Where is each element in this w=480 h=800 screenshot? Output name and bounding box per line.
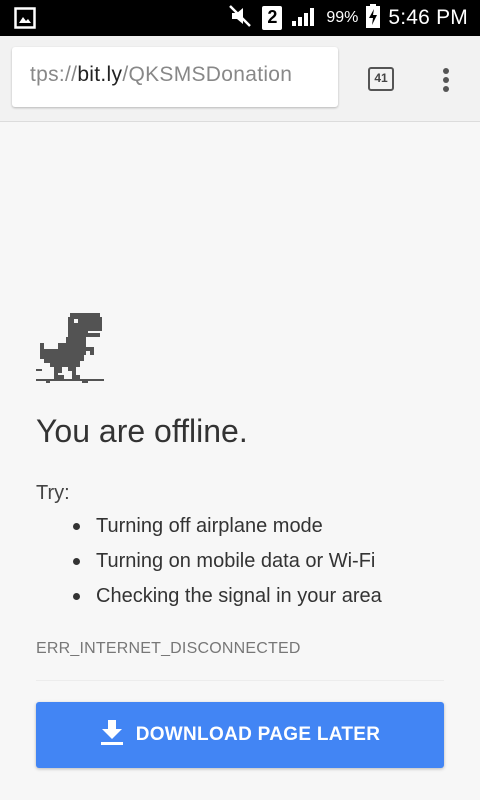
download-page-later-button[interactable]: DOWNLOAD PAGE LATER xyxy=(36,702,444,768)
url-path: /QKSMSDonation xyxy=(122,63,293,86)
suggestion-text: Turning off airplane mode xyxy=(96,515,323,537)
status-bar: 2 99% 5:46 PM xyxy=(0,0,480,36)
image-icon xyxy=(14,7,36,29)
bullet-icon xyxy=(73,523,80,530)
url-scheme: tps:// xyxy=(30,63,78,86)
signal-icon xyxy=(290,4,318,33)
download-icon xyxy=(100,719,124,751)
offline-dinosaur-icon[interactable] xyxy=(36,313,104,388)
list-item: Turning on mobile data or Wi-Fi xyxy=(36,547,382,582)
divider xyxy=(36,680,444,681)
overflow-menu-icon[interactable] xyxy=(434,66,458,94)
clock: 5:46 PM xyxy=(388,6,468,29)
tab-switcher-button[interactable]: 41 xyxy=(368,67,394,91)
error-code: ERR_INTERNET_DISCONNECTED xyxy=(36,640,301,657)
url-text[interactable]: tps://bit.ly/QKSMSDonation xyxy=(30,63,292,87)
battery-charging-icon xyxy=(366,3,381,33)
tab-count: 41 xyxy=(374,71,388,85)
suggestion-list: Turning off airplane mode Turning on mob… xyxy=(36,512,382,617)
list-item: Turning off airplane mode xyxy=(36,512,382,547)
suggestion-text: Turning on mobile data or Wi-Fi xyxy=(96,550,376,572)
try-label: Try: xyxy=(36,482,70,504)
status-icons: 2 99% 5:46 PM xyxy=(228,0,468,36)
browser-toolbar: tps://bit.ly/QKSMSDonation 41 xyxy=(0,36,480,122)
bullet-icon xyxy=(73,558,80,565)
download-button-label: DOWNLOAD PAGE LATER xyxy=(135,724,381,745)
bullet-icon xyxy=(73,593,80,600)
list-item: Checking the signal in your area xyxy=(36,582,382,617)
url-host: bit.ly xyxy=(77,63,123,86)
suggestion-text: Checking the signal in your area xyxy=(96,585,382,607)
battery-percent: 99% xyxy=(326,9,359,26)
mute-icon xyxy=(228,4,254,33)
sim-badge-text: 2 xyxy=(267,7,278,27)
page-title: You are offline. xyxy=(36,413,248,449)
sim-2-icon: 2 xyxy=(262,6,283,30)
url-bar[interactable]: tps://bit.ly/QKSMSDonation xyxy=(12,47,338,107)
